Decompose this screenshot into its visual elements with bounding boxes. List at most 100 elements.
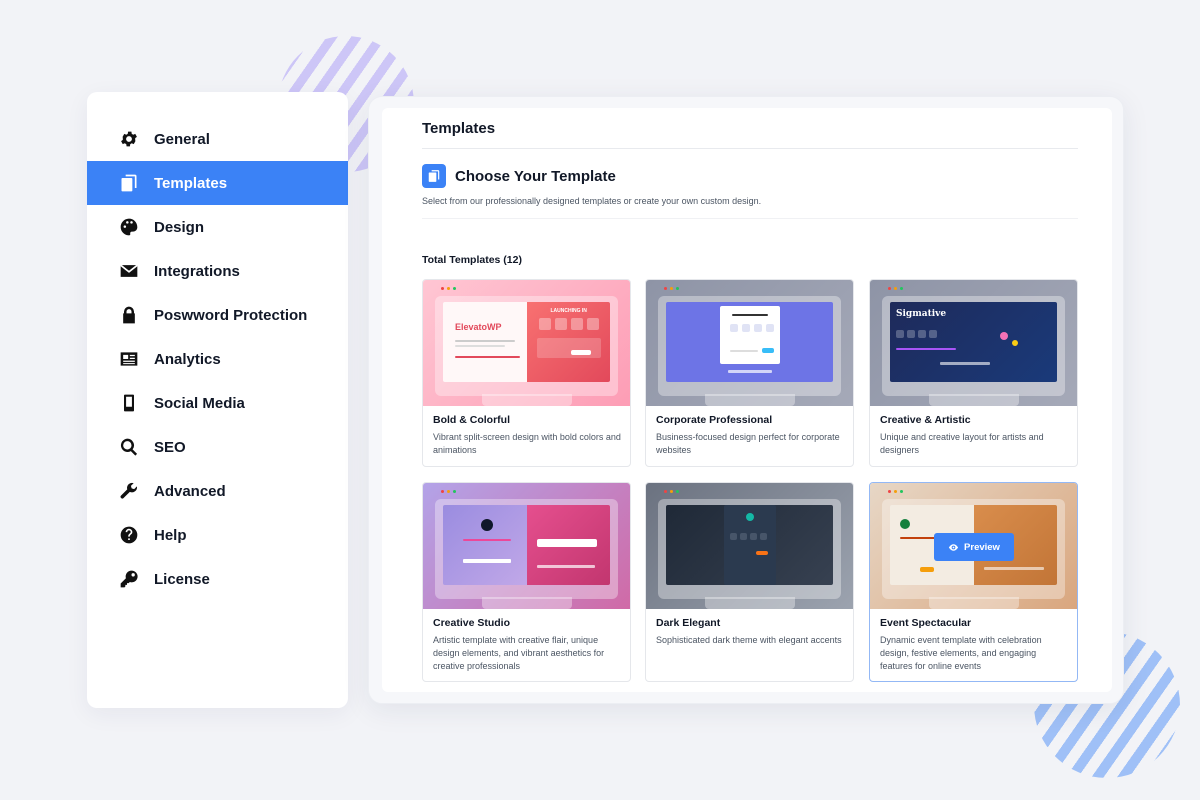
preview-text-line [732,314,768,316]
preview-countdown-box [750,533,757,540]
preview-countdown-box [730,533,737,540]
sidebar-item-templates[interactable]: Templates [87,161,348,205]
preview-right-pane: LAUNCHING IN [526,302,610,382]
template-thumbnail [646,280,853,406]
sidebar-item-general[interactable]: General [87,117,348,161]
template-description: Dynamic event template with celebration … [880,635,1042,671]
wrench-icon [119,481,139,501]
sidebar-item-design[interactable]: Design [87,205,348,249]
preview-right-pane [526,505,610,585]
template-thumbnail [423,483,630,609]
sidebar-item-label: Integrations [154,262,240,280]
template-card-creative-studio[interactable]: Creative Studio Artistic template with c… [422,482,631,682]
preview-decoration [1000,332,1008,340]
template-card-corporate-professional[interactable]: Corporate Professional Business-focused … [645,279,854,467]
template-name: Corporate Professional [656,414,773,426]
preview-text-line [455,340,515,342]
preview-text-line [463,539,511,541]
preview-heading: LAUNCHING IN [550,308,587,314]
preview-progress-bar [896,348,956,350]
preview-button [570,350,591,355]
preview-countdown-box [929,330,937,338]
templates-panel: Templates Choose Your Template Select fr… [382,108,1112,692]
template-thumbnail: Preview [870,483,1077,609]
window-dots [664,287,679,290]
preview-social-row [728,370,772,373]
preview-countdown-box [754,324,762,332]
preview-countdown-box [570,318,583,330]
template-screen-preview [666,302,833,382]
sidebar-item-label: Social Media [154,394,245,412]
template-name: Creative & Artistic [880,414,971,426]
window-dots [441,287,456,290]
copy-icon [119,173,139,193]
preview-button-label: Preview [964,541,1000,553]
sidebar-item-label: General [154,130,210,148]
preview-input [536,539,597,547]
preview-countdown-box [538,318,551,330]
template-description: Artistic template with creative flair, u… [433,635,605,671]
sidebar-item-label: SEO [154,438,186,456]
preview-countdown-box [586,318,599,330]
preview-countdown-box [740,533,747,540]
preview-left-pane [443,505,527,585]
eye-icon [948,543,959,551]
monitor-stand [704,394,795,406]
preview-countdown-box [730,324,738,332]
preview-countdown-box [742,324,750,332]
template-card-event-spectacular[interactable]: Preview Event Spectacular Dynamic event … [869,482,1078,682]
key-icon [119,569,139,589]
template-description: Vibrant split-screen design with bold co… [433,432,621,455]
window-dots [888,490,903,493]
sidebar-item-social-media[interactable]: Social Media [87,381,348,425]
copy-icon [422,164,446,188]
preview-left-pane: ElevatoWP [443,302,527,382]
preview-progress-bar [455,356,520,358]
template-description: Unique and creative layout for artists a… [880,432,1044,455]
preview-countdown-box [554,318,567,330]
sidebar-item-help[interactable]: Help [87,513,348,557]
template-screen-preview: Sigmative [890,302,1057,382]
template-thumbnail: Sigmative [870,280,1077,406]
template-card-creative-artistic[interactable]: Sigmative Creative & Artistic Unique and… [869,279,1078,467]
preview-button [762,348,774,353]
sidebar-item-seo[interactable]: SEO [87,425,348,469]
template-name: Event Spectacular [880,617,972,629]
preview-button[interactable]: Preview [934,533,1014,561]
preview-social-row [536,565,595,568]
monitor-stand [928,597,1019,609]
template-name: Creative Studio [433,617,511,629]
sidebar-item-label: Help [154,526,187,544]
sidebar-item-analytics[interactable]: Analytics [87,337,348,381]
gear-icon [119,129,139,149]
preview-social-row [940,362,990,365]
sidebar-item-label: Analytics [154,350,221,368]
template-thumbnail [646,483,853,609]
page-title: Templates [422,120,496,137]
template-name: Bold & Colorful [433,414,510,426]
window-dots [888,287,903,290]
preview-brand: ElevatoWP [455,322,502,332]
window-dots [441,490,456,493]
sidebar-item-password-protection[interactable]: Poswword Protection [87,293,348,337]
sidebar-item-label: Poswword Protection [154,306,308,324]
settings-sidebar: General Templates Design Integrations Po… [87,92,348,708]
sidebar-item-license[interactable]: License [87,557,348,601]
template-description: Business-focused design perfect for corp… [656,432,840,455]
divider [422,218,1078,219]
envelope-icon [119,261,139,281]
preview-logo [900,519,910,529]
preview-input [463,559,511,563]
template-grid: ElevatoWP LAUNCHING IN Bold & Colorful V… [422,279,1078,689]
sidebar-item-advanced[interactable]: Advanced [87,469,348,513]
preview-social-row [983,567,1044,570]
total-templates-count: Total Templates (12) [422,254,522,266]
preview-text-line [455,345,505,347]
preview-countdown-box [766,324,774,332]
template-card-bold-colorful[interactable]: ElevatoWP LAUNCHING IN Bold & Colorful V… [422,279,631,467]
preview-countdown-box [896,330,904,338]
sidebar-item-integrations[interactable]: Integrations [87,249,348,293]
lock-icon [119,305,139,325]
template-card-dark-elegant[interactable]: Dark Elegant Sophisticated dark theme wi… [645,482,854,682]
template-description: Sophisticated dark theme with elegant ac… [656,635,842,645]
